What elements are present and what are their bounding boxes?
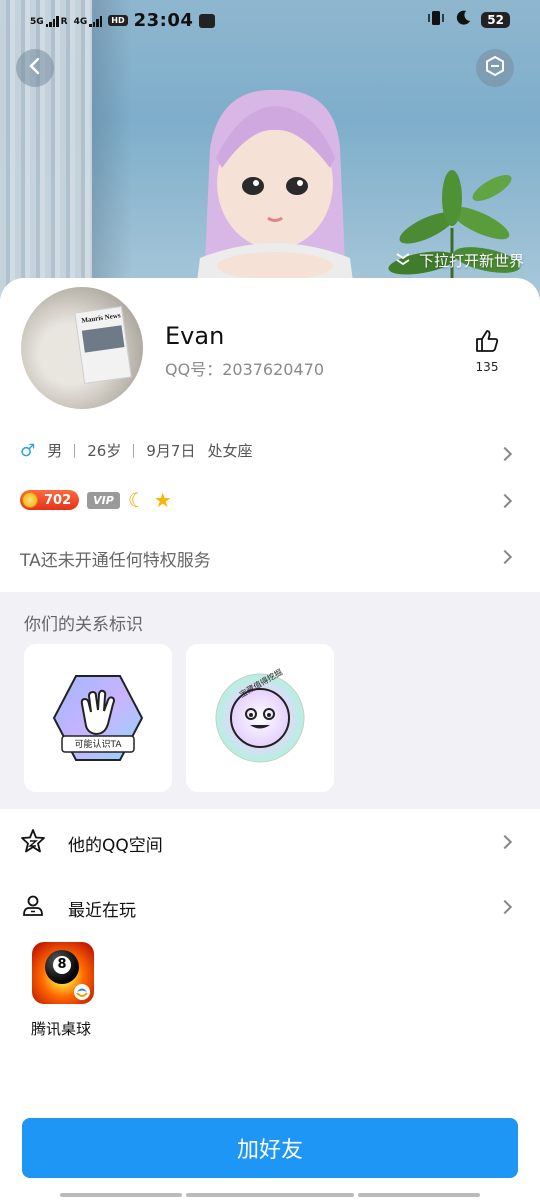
signal-bars-icon — [45, 15, 59, 27]
basic-info-row[interactable]: ♂ 男 26岁 9月7日 处女座 — [20, 440, 252, 461]
relation-tile-treasure[interactable]: 宝藏值得挖掘 — [186, 644, 334, 792]
privilege-text[interactable]: TA还未开通任何特权服务 — [20, 546, 211, 571]
relation-tile-1-label: 可能认识TA — [74, 740, 122, 750]
profile-cover[interactable]: 下拉打开新世界 — [0, 0, 540, 300]
back-button[interactable] — [16, 49, 54, 87]
thumbs-up-icon — [474, 330, 500, 358]
qq-number-label: QQ号： — [165, 360, 223, 379]
coin-icon — [22, 492, 38, 508]
network-label-5g: 5G — [30, 16, 44, 27]
vibrate-icon — [427, 10, 445, 30]
chevron-left-icon — [26, 57, 44, 79]
game-icon-tencent-billiards[interactable]: 8 — [32, 942, 94, 1004]
chevron-right-icon[interactable] — [497, 834, 513, 850]
qzone-label: 他的QQ空间 — [68, 836, 163, 856]
battery-level: 52 — [481, 12, 510, 28]
qq-number: QQ号：2037620470 — [165, 356, 324, 380]
like-button[interactable]: 135 — [470, 328, 504, 374]
qzone-entry[interactable]: 他的QQ空间 — [20, 828, 163, 859]
gamepad-person-icon — [20, 893, 46, 924]
status-bar: 5G R 4G HD 23:04 52 — [0, 0, 540, 40]
age: 26岁 — [87, 442, 122, 460]
avatar[interactable]: Mauris News — [21, 287, 143, 409]
gesture-bar — [186, 1193, 354, 1197]
more-options-button[interactable] — [476, 49, 514, 87]
moon-level-icon: ☾ — [127, 488, 146, 512]
ball-number: 8 — [53, 956, 71, 974]
chevron-double-down-icon — [395, 252, 411, 270]
like-count: 135 — [475, 360, 499, 374]
eight-ball-icon: 8 — [45, 950, 79, 984]
pull-down-hint: 下拉打开新世界 — [395, 250, 524, 271]
qq-number-value: 2037620470 — [222, 360, 324, 379]
tencent-games-logo-icon — [74, 984, 90, 1000]
signal-4g: 4G — [74, 15, 103, 27]
cover-curtain — [0, 0, 92, 300]
chevron-right-icon[interactable] — [497, 446, 513, 462]
level-coin-badge: 702 — [20, 490, 80, 510]
relationship-title: 你们的关系标识 — [24, 615, 143, 635]
relationship-section: 你们的关系标识 可能认识TA 宝藏值得挖掘 — [0, 592, 540, 809]
game-name: 腾讯桌球 — [31, 1020, 92, 1038]
chevron-right-icon[interactable] — [497, 493, 513, 509]
hexagon-menu-icon — [484, 55, 506, 81]
notification-icon — [199, 13, 216, 28]
chevron-right-icon[interactable] — [497, 549, 513, 565]
gender: 男 — [47, 442, 63, 460]
relation-tile-may-know[interactable]: 可能认识TA — [24, 644, 172, 792]
birthday: 9月7日 — [146, 442, 196, 460]
network-label-4g: 4G — [73, 16, 88, 27]
clock: 23:04 — [133, 10, 194, 31]
add-friend-button[interactable]: 加好友 — [22, 1118, 518, 1178]
roaming-label: R — [60, 16, 68, 27]
recent-playing-label: 最近在玩 — [68, 901, 136, 921]
profile-card: Mauris News Evan QQ号：2037620470 135 ♂ 男 … — [0, 278, 540, 1200]
moon-icon — [455, 10, 471, 30]
male-icon: ♂ — [20, 440, 36, 461]
hd-badge: HD — [108, 15, 128, 26]
divider — [133, 443, 135, 458]
avatar-newspaper: Mauris News — [74, 306, 132, 384]
chevron-right-icon[interactable] — [497, 899, 513, 915]
vip-badge: VIP — [87, 491, 120, 509]
signal-5g: 5G R — [30, 15, 68, 27]
gesture-bar — [60, 1193, 182, 1197]
star-outline-icon — [20, 828, 46, 859]
pull-hint-text: 下拉打开新世界 — [418, 252, 524, 270]
badge-row[interactable]: 702 VIP ☾ ★ — [20, 490, 172, 510]
gesture-bar — [358, 1193, 480, 1197]
nickname: Evan — [165, 322, 225, 350]
zodiac: 处女座 — [207, 442, 253, 460]
star-level-icon: ★ — [153, 488, 172, 512]
avatar-newspaper-text: Mauris News — [80, 311, 122, 325]
signal-bars-icon — [89, 15, 103, 27]
coin-level: 702 — [44, 492, 72, 508]
divider — [74, 443, 76, 458]
cover-shadow — [92, 0, 132, 300]
avatar-3d-figure — [195, 89, 355, 298]
recent-playing-entry[interactable]: 最近在玩 — [20, 893, 136, 924]
hand-wave-badge-icon — [52, 675, 144, 761]
